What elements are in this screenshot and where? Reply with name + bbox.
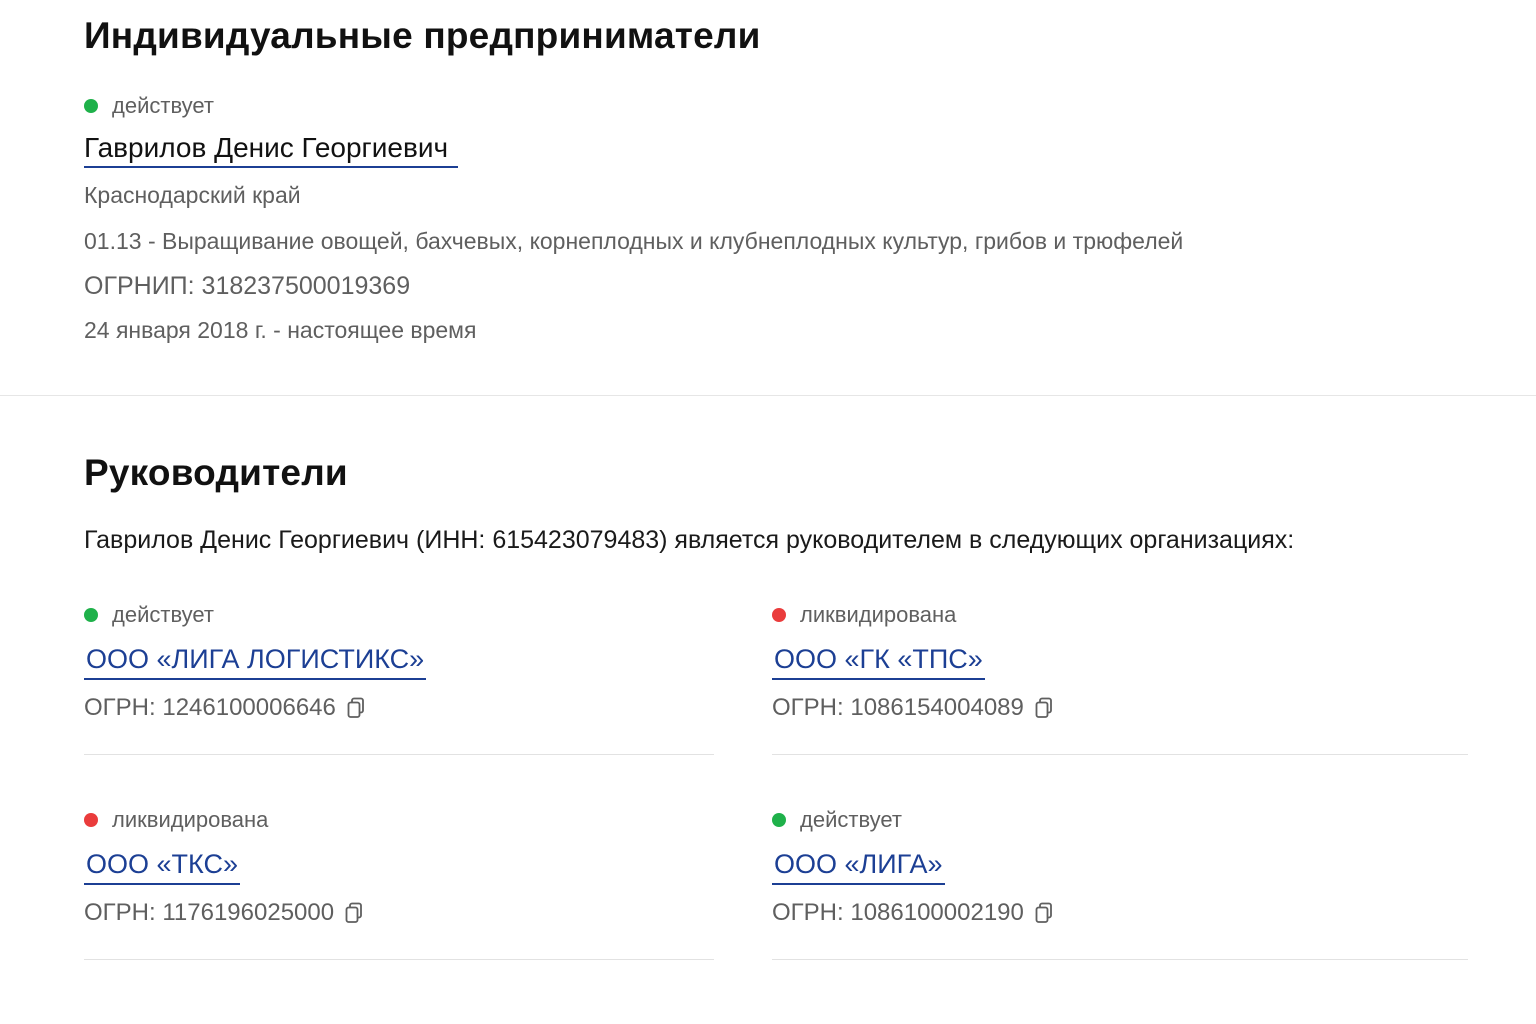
page: Индивидуальные предприниматели действует… [0, 0, 1536, 1024]
org-card: ликвидирована ООО «ГК «ТПС» ОГРН: 108615… [772, 604, 1468, 804]
card-divider [772, 959, 1468, 960]
managers-lead-text: Гаврилов Денис Георгиевич (ИНН: 61542307… [84, 526, 1295, 554]
status-dot-liquidated-icon [772, 608, 786, 622]
card-divider [84, 959, 714, 960]
org-ogrn-text: ОГРН: 1086154004089 [772, 694, 1024, 721]
section-title-entrepreneurs: Индивидуальные предприниматели [84, 15, 761, 56]
org-name-link[interactable]: ООО «ГК «ТПС» [772, 640, 985, 680]
org-ogrn: ОГРН: 1246100006646 [84, 694, 366, 722]
org-status: действует [84, 604, 214, 626]
org-card: ликвидирована ООО «ТКС» ОГРН: 1176196025… [84, 809, 714, 1009]
org-status-label: действует [112, 602, 214, 627]
org-name-link[interactable]: ООО «ЛИГА» [772, 845, 945, 885]
org-ogrn-text: ОГРН: 1086100002190 [772, 899, 1024, 926]
org-status-label: ликвидирована [800, 602, 957, 627]
entrepreneur-region: Краснодарский край [84, 182, 301, 208]
copy-icon[interactable] [1034, 902, 1054, 924]
section-divider [0, 395, 1536, 396]
org-status: ликвидирована [84, 809, 268, 831]
org-ogrn: ОГРН: 1086154004089 [772, 694, 1054, 722]
entrepreneur-status-label: действует [112, 93, 214, 118]
org-ogrn-text: ОГРН: 1176196025000 [84, 899, 335, 926]
copy-icon[interactable] [1034, 697, 1054, 719]
entrepreneur-name-link[interactable]: Гаврилов Денис Георгиевич [84, 130, 459, 168]
status-dot-active-icon [84, 99, 98, 113]
entrepreneur-period: 24 января 2018 г. - настоящее время [84, 317, 477, 343]
org-card: действует ООО «ЛИГА» ОГРН: 1086100002190 [772, 809, 1468, 1009]
card-divider [772, 754, 1468, 755]
org-ogrn-text: ОГРН: 1246100006646 [84, 694, 336, 721]
org-ogrn: ОГРН: 1086100002190 [772, 899, 1054, 927]
org-ogrn: ОГРН: 1176196025000 [84, 899, 364, 927]
entrepreneur-status: действует [84, 95, 214, 117]
entrepreneur-ogrnip: ОГРНИП: 318237500019369 [84, 272, 411, 300]
org-name-link[interactable]: ООО «ТКС» [84, 845, 240, 885]
org-card: действует ООО «ЛИГА ЛОГИСТИКС» ОГРН: 124… [84, 604, 714, 804]
entrepreneur-activity: 01.13 - Выращивание овощей, бахчевых, ко… [84, 228, 1184, 254]
org-status-label: действует [800, 807, 902, 832]
copy-icon[interactable] [346, 697, 366, 719]
org-status: ликвидирована [772, 604, 956, 626]
copy-icon[interactable] [344, 902, 364, 924]
org-status-label: ликвидирована [112, 807, 269, 832]
status-dot-active-icon [84, 608, 98, 622]
org-name-link[interactable]: ООО «ЛИГА ЛОГИСТИКС» [84, 640, 427, 680]
org-status: действует [772, 809, 902, 831]
section-title-managers: Руководители [84, 452, 348, 493]
status-dot-active-icon [772, 813, 786, 827]
status-dot-liquidated-icon [84, 813, 98, 827]
card-divider [84, 754, 714, 755]
